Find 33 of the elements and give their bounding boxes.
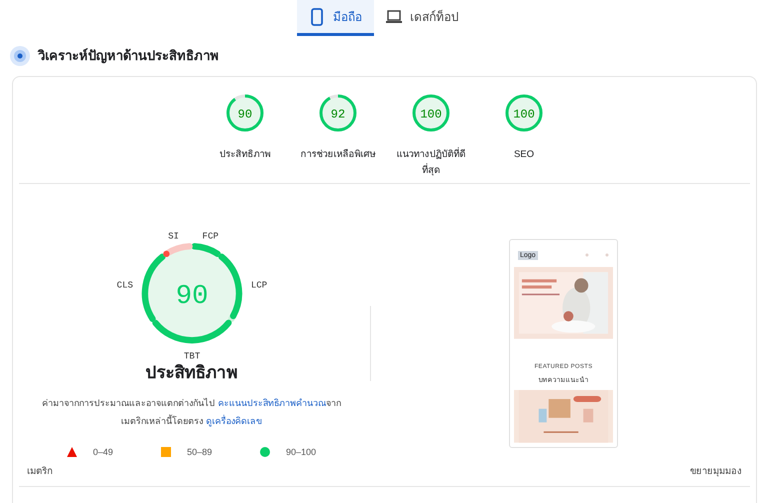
score-gauge[interactable]: 100	[504, 93, 544, 133]
metrics-heading: เมตริก	[27, 465, 53, 480]
metric-label: FCP	[202, 230, 218, 242]
legend-label: 0–49	[92, 446, 113, 458]
metric-label: TBT	[183, 350, 200, 362]
expand-view-link[interactable]: ขยายมุมมอง	[690, 465, 742, 480]
tab[interactable]: มือถือ	[297, 0, 374, 36]
performance-score: 90	[175, 281, 208, 312]
score-gauge[interactable]: 100	[411, 93, 451, 133]
category-label: SEO	[514, 148, 534, 162]
category-label: การช่วยเหลือพิเศษ	[300, 148, 376, 162]
metric-label: CLS	[116, 279, 133, 290]
triangle-icon	[66, 447, 77, 458]
lighthouse-icon	[10, 46, 30, 66]
description: ค่ามาจากการประมาณและอาจแตกต่างกันไป คะแนนประสิทธิภาพคำนวณจากเมตริกเหล่านี้โดยตรง ดูเครื่องคิดเลข	[42, 396, 342, 428]
metric-label: LCP	[250, 279, 267, 290]
calculation-link[interactable]: คะแนนประสิทธิภาพคำนวณ	[218, 398, 326, 408]
category-label: แนวทางปฏิบัติที่ดีที่สุด	[396, 147, 466, 178]
header-dots	[585, 253, 609, 258]
square-icon	[160, 447, 171, 458]
laptop-icon	[386, 8, 402, 26]
tab[interactable]: เดสก์ท็อป	[374, 0, 471, 36]
phone-icon	[309, 8, 325, 26]
score-gauge[interactable]: 92	[318, 93, 358, 133]
legend-label: 90–100	[286, 446, 316, 458]
section-title: วิเคราะห์ปัญหาด้านประสิทธิภาพ	[38, 47, 219, 66]
category-label: ประสิทธิภาพ	[220, 148, 270, 162]
legend-label: 50–89	[186, 446, 212, 458]
score-gauge[interactable]: 90	[225, 93, 265, 133]
metric-label: SI	[168, 230, 178, 242]
gauge-title: ประสิทธิภาพ	[146, 362, 238, 384]
circle-icon	[260, 447, 270, 458]
calculator-link[interactable]: ดูเครื่องคิดเลข	[206, 416, 262, 426]
